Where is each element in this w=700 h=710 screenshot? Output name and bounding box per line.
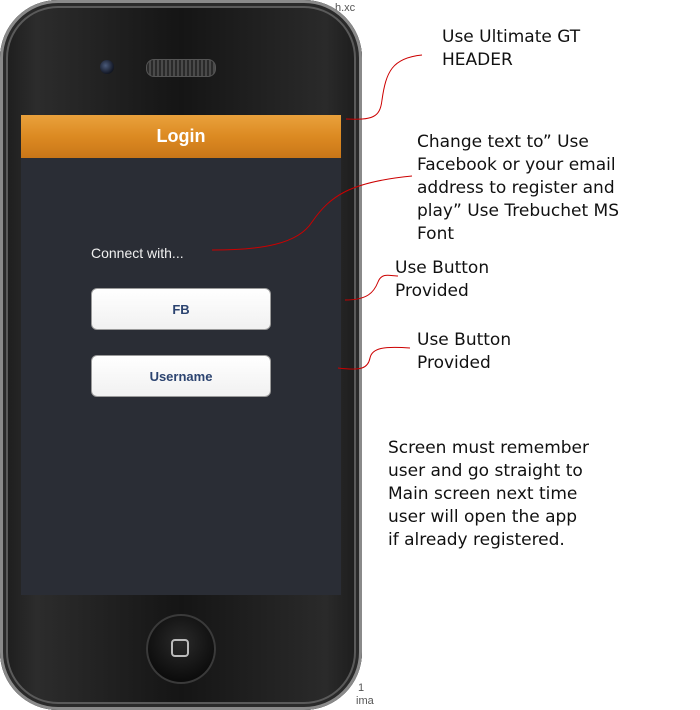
annotation-remember-user: Screen must remember user and go straigh…: [388, 438, 590, 550]
annotation-username-button: Use Button Provided: [417, 330, 512, 373]
connector-header: [345, 54, 423, 120]
annotation-connect-text: Change text to” Use Facebook or your ema…: [417, 132, 619, 244]
connector-fb-button: [344, 274, 399, 301]
connector-connect-text: [211, 175, 413, 251]
annotation-connectors: [211, 54, 423, 370]
connector-username-button: [337, 346, 411, 370]
annotation-header: Use Ultimate GT HEADER: [442, 27, 581, 70]
annotation-fb-button: Use Button Provided: [395, 258, 490, 301]
